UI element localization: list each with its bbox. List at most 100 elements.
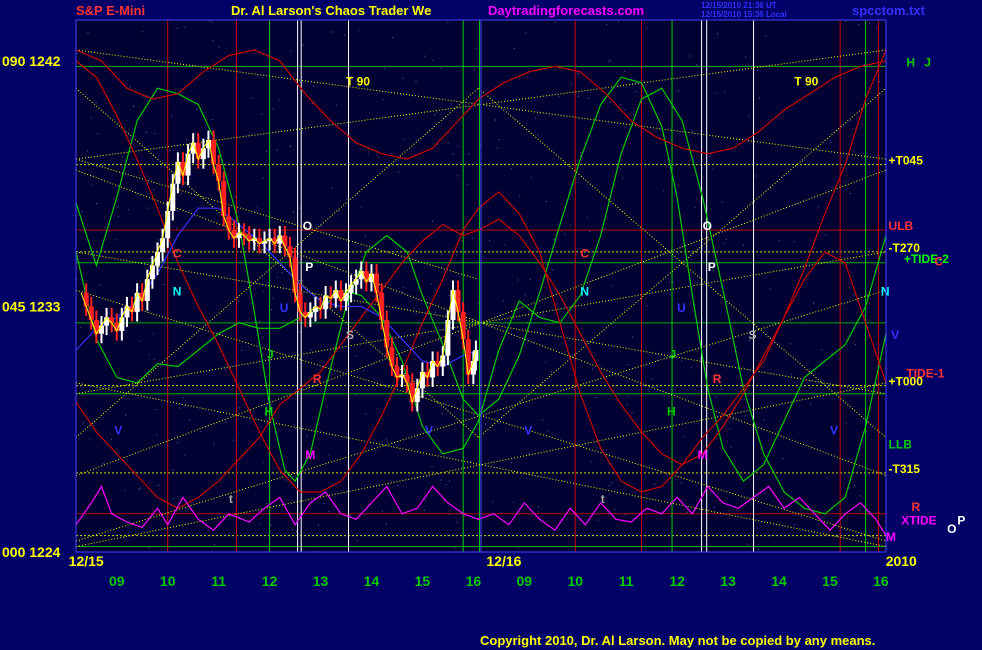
star-dot	[290, 50, 292, 52]
star-dot	[725, 426, 727, 428]
star-dot	[270, 524, 272, 526]
plot-label: U	[280, 301, 289, 315]
star-dot	[431, 283, 432, 285]
star-dot	[397, 485, 399, 487]
price-candle	[200, 148, 206, 160]
star-dot	[440, 68, 442, 69]
star-dot	[730, 446, 732, 448]
star-dot	[769, 288, 771, 290]
star-dot	[623, 309, 625, 311]
star-dot	[456, 254, 458, 256]
star-dot	[313, 85, 315, 87]
star-dot	[225, 369, 226, 371]
star-dot	[402, 78, 404, 79]
star-dot	[513, 48, 515, 49]
y-axis-label: 000 1224	[2, 544, 61, 560]
star-dot	[138, 488, 140, 490]
star-dot	[152, 333, 154, 335]
star-dot	[789, 343, 791, 345]
price-candle	[404, 374, 410, 383]
star-dot	[845, 422, 847, 424]
star-dot	[377, 156, 379, 158]
star-dot	[318, 524, 319, 526]
plot-label: M	[305, 448, 315, 462]
star-dot	[461, 405, 463, 407]
star-dot	[104, 226, 106, 228]
star-dot	[184, 26, 186, 28]
star-dot	[142, 96, 144, 98]
star-dot	[260, 522, 262, 524]
star-dot	[684, 436, 685, 438]
star-dot	[622, 177, 623, 179]
star-dot	[403, 286, 404, 288]
star-dot	[125, 414, 127, 416]
star-dot	[169, 149, 171, 151]
star-dot	[699, 357, 701, 359]
star-dot	[747, 543, 749, 545]
star-dot	[723, 91, 725, 93]
right-label: LLB	[889, 437, 913, 451]
star-dot	[612, 285, 614, 287]
star-dot	[432, 220, 433, 222]
star-dot	[726, 239, 728, 241]
star-dot	[432, 60, 434, 62]
star-dot	[757, 549, 759, 551]
price-candle	[460, 311, 466, 340]
star-dot	[80, 327, 82, 329]
star-dot	[829, 141, 831, 143]
star-dot	[732, 419, 734, 421]
star-dot	[471, 238, 473, 240]
star-dot	[849, 192, 851, 194]
star-dot	[329, 454, 330, 456]
right-label: H	[906, 55, 915, 69]
star-dot	[225, 421, 227, 423]
star-dot	[604, 228, 606, 230]
star-dot	[545, 361, 547, 363]
star-dot	[171, 115, 173, 117]
price-candle	[409, 382, 415, 402]
star-dot	[624, 109, 626, 111]
price-candle	[292, 257, 298, 293]
star-dot	[195, 195, 197, 197]
site-link[interactable]: Daytradingforecasts.com	[488, 3, 644, 18]
star-dot	[177, 442, 179, 443]
star-dot	[517, 279, 518, 281]
plot-label: J	[669, 347, 676, 361]
plot-label: t	[601, 492, 605, 506]
price-candle	[226, 216, 232, 231]
x-tick-label: 09	[109, 573, 125, 589]
star-dot	[457, 145, 459, 147]
star-dot	[158, 239, 160, 241]
star-dot	[689, 55, 691, 57]
star-dot	[545, 200, 547, 202]
price-candle	[165, 210, 171, 239]
price-candle	[445, 320, 451, 356]
star-dot	[153, 358, 155, 360]
star-dot	[663, 190, 665, 192]
star-dot	[299, 279, 301, 281]
right-label: C	[934, 255, 943, 269]
star-dot	[296, 531, 298, 532]
star-dot	[570, 224, 572, 226]
plot-label: O	[303, 219, 312, 233]
star-dot	[189, 419, 191, 421]
star-dot	[782, 458, 784, 460]
star-dot	[524, 294, 526, 296]
plot-label: N	[173, 285, 182, 299]
plot-label: H	[264, 405, 273, 419]
plot-label: M	[698, 448, 708, 462]
star-dot	[127, 209, 129, 211]
price-candle	[379, 292, 385, 321]
right-label: +T000	[889, 375, 924, 389]
star-dot	[154, 132, 156, 134]
price-candle	[302, 311, 308, 318]
star-dot	[302, 44, 304, 46]
star-dot	[186, 139, 188, 141]
star-dot	[551, 269, 553, 271]
star-dot	[878, 81, 880, 82]
star-dot	[440, 479, 442, 481]
price-candle	[297, 292, 303, 312]
star-dot	[759, 97, 760, 99]
star-dot	[570, 83, 572, 85]
price-candle	[195, 142, 201, 160]
